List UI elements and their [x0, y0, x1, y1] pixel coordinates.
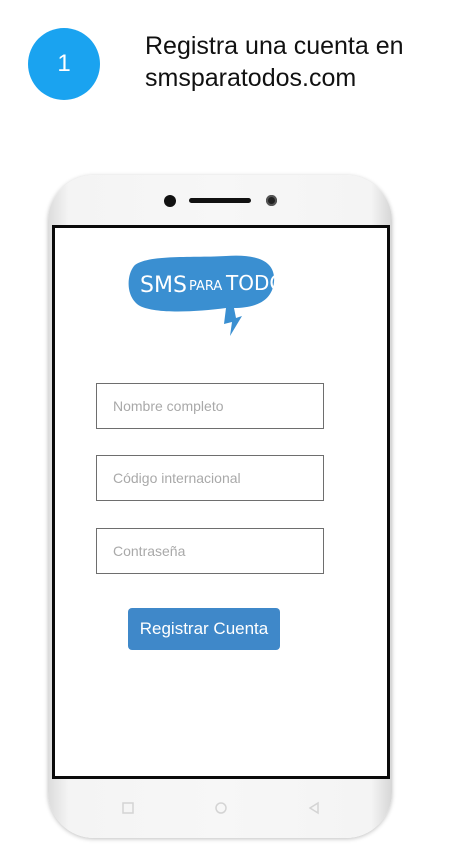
step-instruction: Registra una cuenta en smsparatodos.com [145, 32, 404, 92]
phone-mockup: SMS PARA TODOS Registrar Cuenta [48, 175, 392, 838]
earpiece-speaker [189, 198, 251, 203]
sms-para-todos-logo: SMS PARA TODOS [128, 255, 278, 336]
logo-text-sms: SMS [140, 273, 187, 298]
phone-screen: SMS PARA TODOS Registrar Cuenta [52, 225, 390, 779]
step-number: 1 [57, 50, 71, 77]
android-navigation-bar [48, 790, 392, 830]
step-number-badge: 1 [28, 28, 100, 100]
full-name-input[interactable] [96, 383, 324, 429]
register-account-button[interactable]: Registrar Cuenta [128, 608, 280, 650]
recent-apps-icon[interactable] [120, 800, 136, 816]
sensor-icon [266, 195, 277, 206]
back-icon[interactable] [306, 800, 322, 816]
logo-text-para: PARA [189, 279, 222, 294]
front-camera-icon [164, 195, 176, 207]
password-input[interactable] [96, 528, 324, 574]
logo-text-todos: TODOS [225, 271, 278, 295]
home-icon[interactable] [213, 800, 229, 816]
international-code-input[interactable] [96, 455, 324, 501]
